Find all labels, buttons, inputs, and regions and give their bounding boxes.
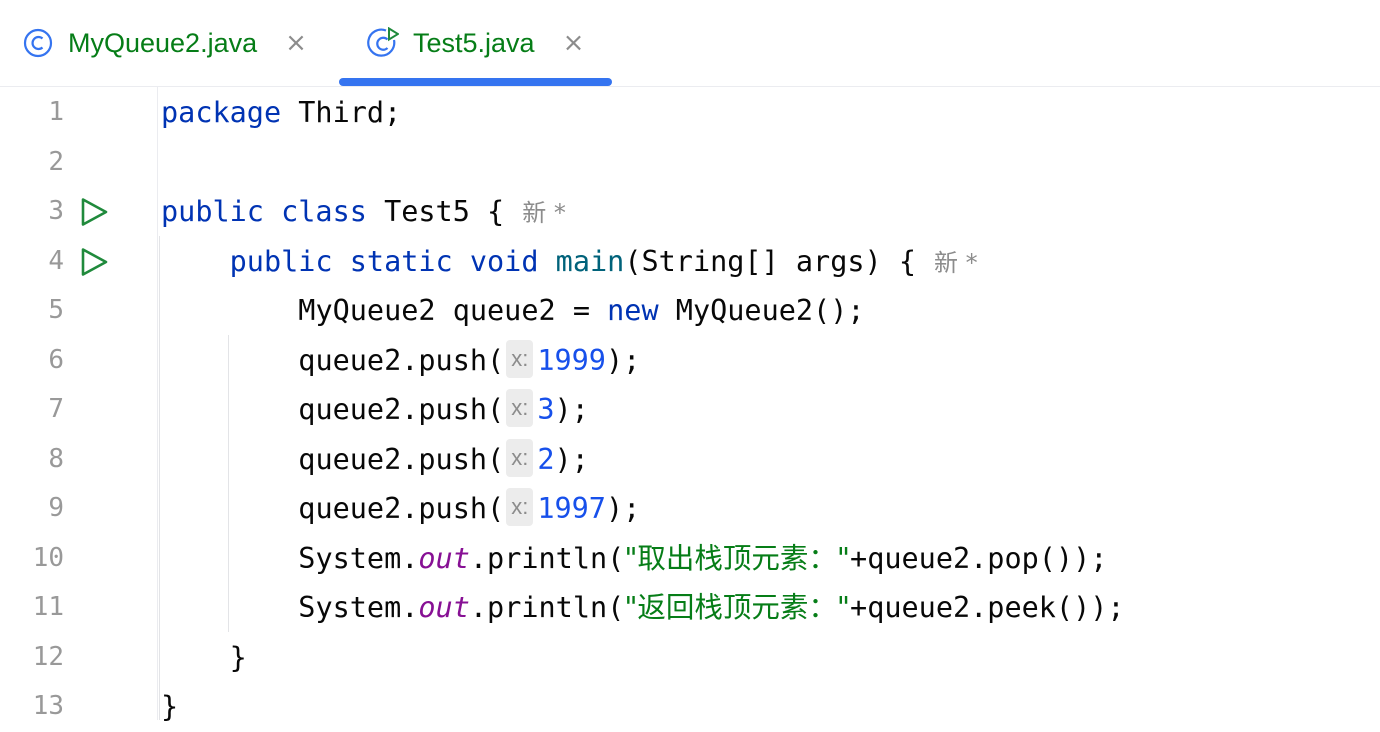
line-number: 9	[48, 493, 64, 523]
code-text: .println(	[469, 541, 625, 575]
code-text: queue2.push(	[298, 343, 505, 377]
code-line: 6 queue2.push(x: 1999);	[0, 336, 1380, 386]
line-number: 10	[32, 542, 64, 573]
code-line: 1 package Third;	[0, 88, 1380, 138]
code-text: Third;	[281, 96, 402, 129]
code-text: +queue2.pop());	[850, 541, 1108, 575]
code-line: 5 MyQueue2 queue2 = new MyQueue2();	[0, 286, 1380, 336]
line-number: 5	[48, 295, 64, 325]
parameter-hint: x:	[506, 339, 534, 378]
close-icon[interactable]: ×	[563, 28, 585, 58]
code-line: 11 System.out.println("返回栈顶元素："+queue2.p…	[0, 583, 1380, 633]
code-line: 7 queue2.push(x: 3);	[0, 385, 1380, 435]
code-text: System.	[298, 541, 419, 575]
close-icon[interactable]: ×	[285, 28, 307, 58]
code-text: +queue2.peek());	[850, 591, 1125, 624]
number-literal: 2	[537, 442, 555, 476]
line-number: 7	[48, 394, 64, 424]
code-line: 4 public static void main(String[] args)…	[0, 237, 1380, 287]
method-name: main	[555, 244, 625, 278]
line-number: 4	[48, 245, 64, 276]
code-text: Test5 {	[366, 195, 505, 228]
line-number: 8	[48, 443, 64, 474]
code-line: 3 public class Test5 { 新 *	[0, 187, 1380, 237]
code-text: MyQueue2 queue2 =	[298, 294, 608, 327]
tab-label: Test5.java	[413, 27, 535, 58]
code-text: queue2.push(	[298, 393, 505, 426]
code-line: 13 }	[0, 682, 1380, 732]
code-text: System.	[298, 591, 419, 624]
run-icon[interactable]	[78, 246, 110, 278]
code-line: 10 System.out.println("取出栈顶元素："+queue2.p…	[0, 534, 1380, 584]
code-text: queue2.push(	[298, 492, 505, 525]
code-text: );	[554, 442, 589, 476]
number-literal: 1997	[537, 492, 606, 525]
tab-myqueue2[interactable]: MyQueue2.java ×	[22, 0, 307, 86]
string-literal: "取出栈顶元素："	[624, 541, 851, 575]
runnable-class-icon	[367, 27, 399, 57]
static-field: out	[418, 591, 470, 624]
tab-label: MyQueue2.java	[68, 27, 258, 58]
author-inlay-hint[interactable]: 新 *	[522, 199, 566, 227]
code-editor[interactable]: 1 package Third; 2 3 public class Test5 …	[0, 87, 1380, 723]
line-number: 2	[48, 146, 64, 177]
keyword: public class	[161, 195, 367, 228]
line-number: 1	[48, 97, 64, 127]
author-inlay-hint[interactable]: 新 *	[934, 249, 978, 277]
number-literal: 1999	[537, 343, 606, 377]
line-number: 3	[48, 196, 64, 226]
keyword: new	[607, 294, 659, 327]
line-number: 13	[32, 691, 64, 721]
code-text: );	[605, 492, 641, 525]
active-tab-indicator	[339, 78, 612, 86]
code-line: 12 }	[0, 633, 1380, 683]
code-text: MyQueue2();	[658, 294, 865, 327]
line-number: 12	[32, 641, 64, 672]
class-icon	[23, 28, 53, 58]
editor-tab-bar: MyQueue2.java × Test5.java ×	[0, 0, 1380, 87]
code-line: 9 queue2.push(x: 1997);	[0, 484, 1380, 534]
run-icon[interactable]	[78, 196, 110, 228]
tab-test5[interactable]: Test5.java ×	[367, 0, 584, 86]
code-text: }	[229, 640, 247, 674]
code-text: (String[] args) {	[624, 244, 917, 278]
code-text: .println(	[469, 591, 625, 624]
parameter-hint: x:	[506, 389, 534, 427]
string-literal: "返回栈顶元素："	[624, 591, 851, 624]
parameter-hint: x:	[506, 438, 534, 477]
code-line: 8 queue2.push(x: 2);	[0, 435, 1380, 485]
keyword: package	[161, 96, 282, 129]
code-text: );	[605, 343, 641, 377]
code-text: );	[554, 393, 589, 426]
code-line: 2	[0, 138, 1380, 188]
keyword: public static void	[229, 244, 539, 278]
line-number: 11	[32, 592, 64, 622]
number-literal: 3	[537, 393, 555, 426]
parameter-hint: x:	[506, 488, 534, 526]
code-text: queue2.push(	[298, 442, 505, 476]
line-number: 6	[48, 344, 64, 375]
static-field: out	[418, 541, 470, 575]
code-text: }	[161, 690, 179, 723]
